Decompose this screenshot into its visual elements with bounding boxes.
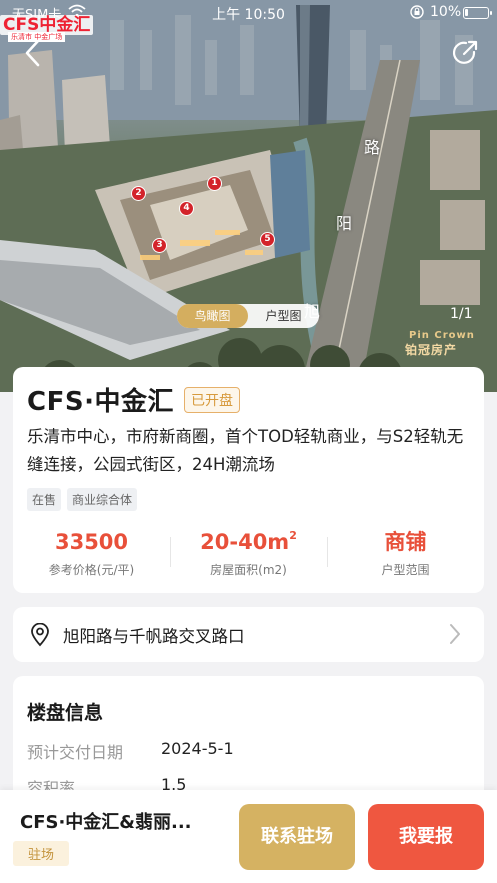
detail-label: 预计交付日期 (27, 743, 124, 762)
onsite-tag: 驻场 (13, 841, 70, 866)
battery-icon (463, 7, 492, 19)
share-icon[interactable] (450, 38, 480, 68)
stat-type: 商铺 户型范围 (327, 527, 484, 578)
address-text: 旭阳路与千帆路交叉路口 (63, 627, 245, 646)
bottom-project-name: CFS·中金汇&翡丽... (20, 812, 192, 833)
stat-area: 20-40m2 房屋面积(m2) (170, 527, 327, 578)
view-switch: 鸟瞰图 户型图 (177, 304, 319, 328)
section-heading: 楼盘信息 (27, 702, 104, 724)
stat-label: 参考价格(元/平) (48, 563, 135, 577)
map-marker[interactable]: 3 (152, 238, 167, 253)
back-icon[interactable] (18, 38, 48, 68)
map-marker[interactable]: 4 (179, 201, 194, 216)
stat-value: 33500 (54, 530, 129, 554)
map-marker[interactable]: 5 (260, 232, 275, 247)
project-description: 乐清市中心，市府新商圈，首个TOD轻轨商业，与S2轻轨无缝连接，公园式街区，24… (27, 427, 464, 474)
watermark: Pin Crown 铂冠房产 (405, 330, 475, 358)
hero-image[interactable]: 路 阳 旭 1 2 3 4 5 无SIM卡 上午 10:50 10% CFS中金… (0, 0, 497, 392)
brand-logo: CFS中金汇 乐清市 中金广场 (0, 10, 94, 42)
tab-aerial-view[interactable]: 鸟瞰图 (177, 304, 248, 328)
stat-price: 33500 参考价格(元/平) (13, 527, 170, 578)
detail-value: 2024-5-1 (161, 739, 234, 758)
stats-row: 33500 参考价格(元/平) 20-40m2 房屋面积(m2) 商铺 户型范围 (13, 527, 484, 578)
map-marker[interactable]: 1 (207, 176, 222, 191)
address-card[interactable]: 旭阳路与千帆路交叉路口 (13, 607, 484, 662)
battery-percent: 10% (430, 4, 462, 20)
tag: 在售 (27, 488, 62, 511)
stat-label: 房屋面积(m2) (210, 563, 287, 577)
location-pin-icon (31, 623, 49, 647)
image-counter: 1/1 (450, 306, 473, 322)
status-badge: 已开盘 (183, 386, 240, 413)
watermark-text: 铂冠房产 (405, 343, 458, 357)
street-label: 阳 (336, 214, 353, 233)
tab-floor-plan[interactable]: 户型图 (248, 304, 319, 328)
stat-label: 户型范围 (381, 563, 430, 577)
street-label: 路 (364, 138, 381, 157)
orientation-lock-icon (410, 5, 424, 19)
contact-onsite-button[interactable]: 联系驻场 (239, 804, 355, 870)
stat-value: 20-40m2 (200, 529, 297, 554)
chevron-right-icon (450, 624, 460, 644)
stat-value: 商铺 (384, 530, 427, 554)
project-title: CFS·中金汇 (27, 387, 174, 417)
bottom-action-bar: CFS·中金汇&翡丽... 驻场 联系驻场 我要报 (0, 790, 497, 883)
report-button[interactable]: 我要报 (368, 804, 484, 870)
watermark-crown: Pin Crown (409, 330, 475, 341)
tag-list: 在售 商业综合体 (27, 488, 138, 511)
project-info-card: CFS·中金汇 已开盘 乐清市中心，市府新商圈，首个TOD轻轨商业，与S2轻轨无… (13, 367, 484, 593)
detail-row: 预计交付日期 2024-5-1 (27, 739, 234, 763)
map-marker[interactable]: 2 (131, 186, 146, 201)
tag: 商业综合体 (67, 488, 138, 511)
